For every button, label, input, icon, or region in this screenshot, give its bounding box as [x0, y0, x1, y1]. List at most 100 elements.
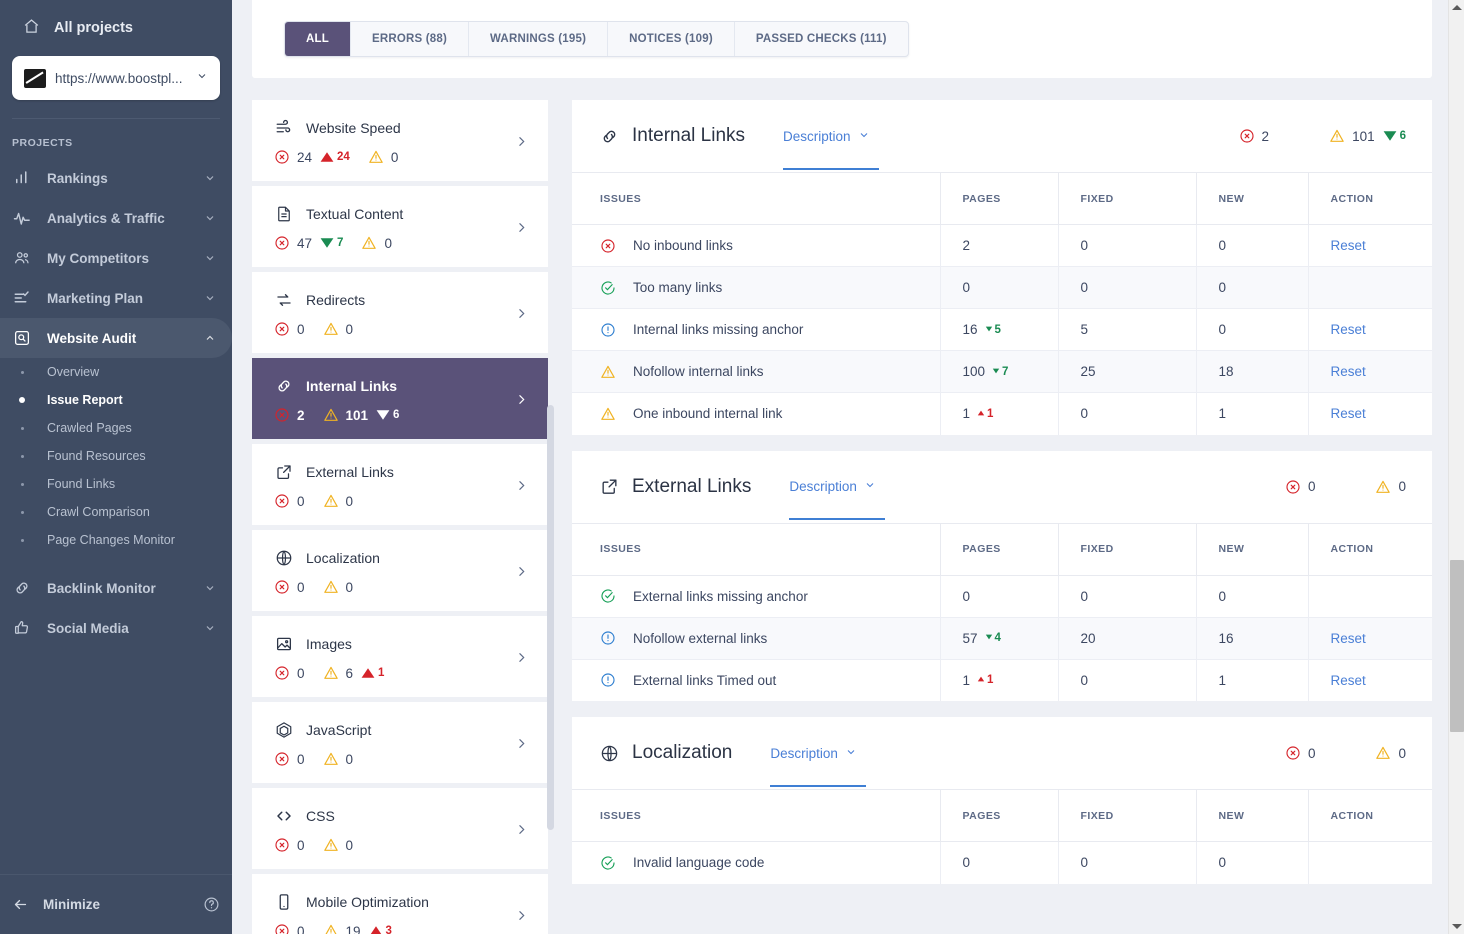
- chevron-up-icon[interactable]: [204, 332, 216, 344]
- description-toggle[interactable]: Description: [770, 746, 857, 761]
- column-header-pages[interactable]: PAGES: [939, 522, 1058, 576]
- chevron-right-icon[interactable]: [515, 565, 528, 578]
- chevron-right-icon[interactable]: [515, 651, 528, 664]
- chevron-right-icon[interactable]: [515, 221, 528, 234]
- category-card-textual-content[interactable]: Textual Content 47 7 0: [252, 186, 548, 267]
- globe-icon: [598, 744, 620, 763]
- cell-fixed: 5: [1057, 308, 1196, 351]
- table-row[interactable]: Too many links 0 0 0: [572, 266, 1432, 309]
- tab-notices[interactable]: NOTICES (109): [607, 22, 734, 56]
- chevron-right-icon[interactable]: [515, 393, 528, 406]
- column-header-issues[interactable]: ISSUES: [572, 172, 940, 225]
- column-header-new[interactable]: NEW: [1195, 789, 1308, 842]
- chevron-down-icon[interactable]: [204, 252, 216, 264]
- reset-button[interactable]: Reset: [1331, 238, 1366, 253]
- table-row[interactable]: Invalid language code 0 0 0: [572, 841, 1432, 884]
- description-toggle[interactable]: Description: [783, 129, 870, 144]
- sidebar-subitem-issue-report[interactable]: Issue Report: [0, 386, 232, 414]
- category-card-website-speed[interactable]: Website Speed 24 24 0: [252, 100, 548, 181]
- reset-button[interactable]: Reset: [1331, 364, 1366, 379]
- tab-warnings[interactable]: WARNINGS (195): [468, 22, 607, 56]
- tab-passed-checks[interactable]: PASSED CHECKS (111): [733, 22, 908, 56]
- scroll-up-arrow-icon[interactable]: [1452, 5, 1462, 10]
- image-icon: [274, 634, 294, 654]
- sidebar-item-website-audit[interactable]: Website Audit: [0, 318, 232, 358]
- issue-label: One inbound internal link: [633, 406, 783, 422]
- column-header-fixed[interactable]: FIXED: [1057, 789, 1196, 842]
- sidebar-subitem-found-resources[interactable]: Found Resources: [0, 442, 232, 470]
- category-card-internal-links[interactable]: Internal Links 2 101 6: [252, 358, 548, 439]
- chevron-right-icon[interactable]: [515, 823, 528, 836]
- table-row[interactable]: One inbound internal link 1 1 0 1 Reset: [572, 392, 1432, 435]
- category-list-scrollbar[interactable]: [547, 405, 554, 830]
- column-header-fixed[interactable]: FIXED: [1057, 172, 1196, 225]
- panel-warning-count: 101 6: [1329, 128, 1406, 144]
- sidebar-subitem-crawl-comparison[interactable]: Crawl Comparison: [0, 498, 232, 526]
- sidebar-subitem-overview[interactable]: Overview: [0, 358, 232, 386]
- reset-button[interactable]: Reset: [1331, 631, 1366, 646]
- minimize-button[interactable]: Minimize: [43, 897, 189, 912]
- category-card-redirects[interactable]: Redirects 0 0: [252, 272, 548, 353]
- scrollbar-thumb[interactable]: [1450, 560, 1464, 732]
- category-card-mobile-optimization[interactable]: Mobile Optimization 0 19 3: [252, 874, 548, 934]
- help-icon[interactable]: [203, 896, 220, 913]
- column-header-new[interactable]: NEW: [1195, 172, 1308, 225]
- chevron-right-icon[interactable]: [515, 479, 528, 492]
- column-header-issues[interactable]: ISSUES: [572, 789, 940, 842]
- chevron-down-icon[interactable]: [204, 582, 216, 594]
- sidebar-item-rankings[interactable]: Rankings: [0, 158, 232, 198]
- sidebar-item-social-media[interactable]: Social Media: [0, 608, 232, 648]
- reset-button[interactable]: Reset: [1331, 322, 1366, 337]
- all-projects-link[interactable]: All projects: [12, 0, 220, 56]
- reset-button[interactable]: Reset: [1331, 406, 1366, 421]
- category-card-javascript[interactable]: JavaScript 0 0: [252, 702, 548, 783]
- category-card-css[interactable]: CSS 0 0: [252, 788, 548, 869]
- scroll-down-arrow-icon[interactable]: [1452, 924, 1462, 929]
- table-row[interactable]: Internal links missing anchor 16 5 5 0 Reset: [572, 308, 1432, 351]
- sidebar-item-marketing-plan[interactable]: Marketing Plan: [0, 278, 232, 318]
- tab-all[interactable]: ALL: [285, 22, 350, 56]
- table-row[interactable]: External links Timed out 1 1 0 1 Reset: [572, 659, 1432, 701]
- column-header-action[interactable]: ACTION: [1307, 522, 1432, 576]
- chevron-right-icon[interactable]: [515, 307, 528, 320]
- chevron-down-icon[interactable]: [204, 292, 216, 304]
- pulse-icon: [12, 208, 32, 228]
- sidebar-subitem-page-changes-monitor[interactable]: Page Changes Monitor: [0, 526, 232, 554]
- column-header-new[interactable]: NEW: [1195, 522, 1308, 576]
- issue-label: External links Timed out: [633, 672, 777, 688]
- category-card-localization[interactable]: Localization 0 0: [252, 530, 548, 611]
- chevron-down-icon[interactable]: [204, 212, 216, 224]
- column-header-fixed[interactable]: FIXED: [1057, 522, 1196, 576]
- chevron-right-icon[interactable]: [515, 135, 528, 148]
- column-header-pages[interactable]: PAGES: [939, 172, 1058, 225]
- category-card-external-links[interactable]: External Links 0 0: [252, 444, 548, 525]
- category-card-images[interactable]: Images 0 6 1: [252, 616, 548, 697]
- chevron-down-icon[interactable]: [204, 622, 216, 634]
- project-selector[interactable]: https://www.boostpl...: [12, 56, 220, 100]
- cell-pages: 57 4: [939, 617, 1058, 660]
- sidebar-subitem-found-links[interactable]: Found Links: [0, 470, 232, 498]
- column-header-action[interactable]: ACTION: [1307, 789, 1432, 842]
- page-scrollbar[interactable]: [1448, 0, 1464, 934]
- arrow-left-icon[interactable]: [12, 896, 29, 913]
- reset-button[interactable]: Reset: [1331, 673, 1366, 688]
- sidebar-item-analytics-traffic[interactable]: Analytics & Traffic: [0, 198, 232, 238]
- chevron-down-icon[interactable]: [204, 172, 216, 184]
- chevron-right-icon[interactable]: [515, 909, 528, 922]
- table-row[interactable]: External links missing anchor 0 0 0: [572, 575, 1432, 618]
- chevron-right-icon[interactable]: [515, 737, 528, 750]
- column-header-pages[interactable]: PAGES: [939, 789, 1058, 842]
- code-icon: [274, 806, 294, 826]
- table-row[interactable]: Nofollow internal links 100 7 25 18 Reset: [572, 350, 1432, 393]
- sidebar-item-backlink-monitor[interactable]: Backlink Monitor: [0, 568, 232, 608]
- tab-errors[interactable]: ERRORS (88): [349, 22, 468, 56]
- column-header-issues[interactable]: ISSUES: [572, 522, 940, 576]
- warning-triangle-icon: [368, 149, 384, 165]
- sidebar-item-my-competitors[interactable]: My Competitors: [0, 238, 232, 278]
- table-row[interactable]: No inbound links 2 0 0 Reset: [572, 224, 1432, 267]
- table-row[interactable]: Nofollow external links 57 4 20 16 Reset: [572, 617, 1432, 660]
- description-toggle[interactable]: Description: [789, 479, 876, 494]
- column-header-action[interactable]: ACTION: [1307, 172, 1432, 225]
- sidebar-subitem-crawled-pages[interactable]: Crawled Pages: [0, 414, 232, 442]
- description-label: Description: [783, 128, 851, 144]
